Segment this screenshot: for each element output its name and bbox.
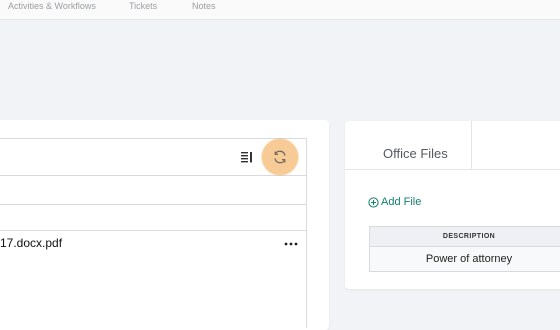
- add-file-label: Add File: [381, 196, 421, 208]
- tab-tickets[interactable]: Tickets: [129, 1, 157, 11]
- grid-divider: [0, 138, 306, 139]
- list-icon[interactable]: [241, 150, 253, 162]
- table-row[interactable]: Power of attorney: [370, 247, 560, 272]
- grid-divider: [0, 230, 306, 231]
- documents-grid: [0, 138, 307, 328]
- plus-circle-icon: [368, 197, 379, 208]
- office-files-table: DESCRIPTION Power of attorney: [369, 226, 560, 272]
- grid-divider: [0, 175, 306, 176]
- top-nav: Activities & Workflows Tickets Notes: [0, 0, 560, 20]
- add-file-button[interactable]: Add File: [368, 194, 421, 210]
- table-cell-description: Power of attorney: [370, 247, 560, 272]
- refresh-button[interactable]: [262, 139, 298, 175]
- refresh-icon: [272, 149, 288, 165]
- tab-office-files-label: Office Files: [383, 146, 448, 161]
- grid-divider: [0, 204, 306, 205]
- tab-activities-workflows[interactable]: Activities & Workflows: [8, 1, 96, 11]
- tab-notes[interactable]: Notes: [192, 1, 216, 11]
- more-horizontal-icon[interactable]: [284, 236, 298, 246]
- description-header[interactable]: DESCRIPTION: [370, 227, 560, 247]
- file-name[interactable]: 17.docx.pdf: [0, 236, 62, 250]
- tab-office-files[interactable]: Office Files: [345, 121, 472, 169]
